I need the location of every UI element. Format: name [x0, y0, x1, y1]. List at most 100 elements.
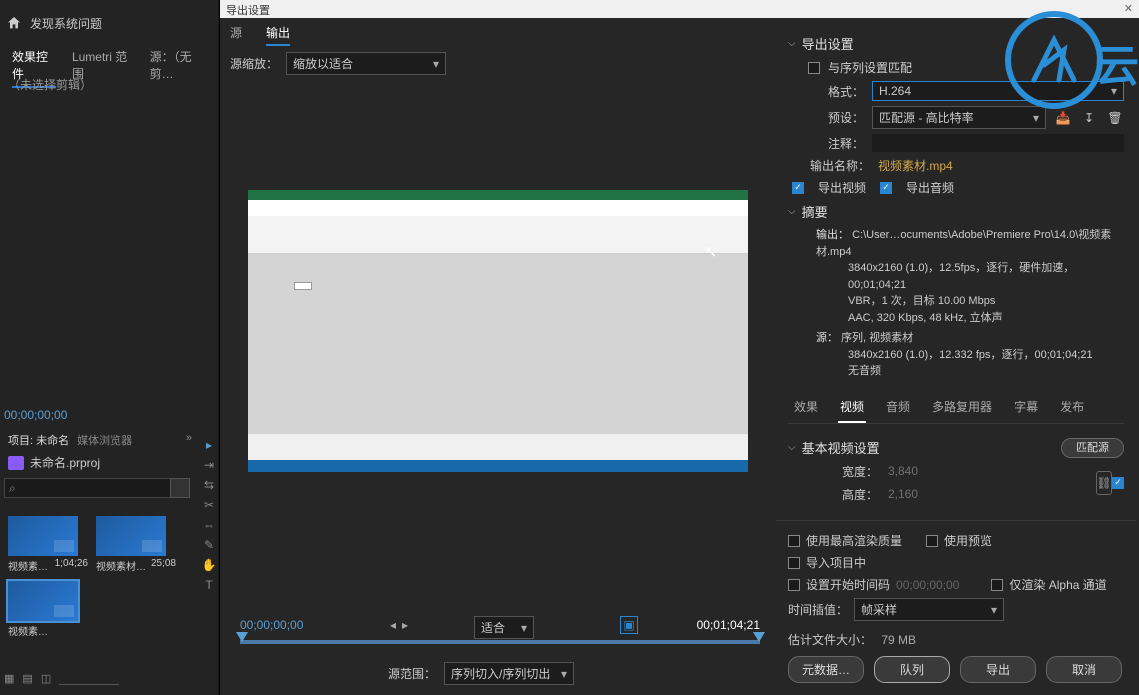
export-button[interactable]: 导出	[960, 656, 1036, 683]
slip-tool-icon[interactable]: ⇔	[203, 518, 215, 532]
tab-project[interactable]: 项目: 未命名	[8, 432, 69, 448]
format-label: 格式：	[808, 83, 864, 100]
icon-view-icon[interactable]: ▤	[22, 672, 32, 685]
comments-input[interactable]	[872, 134, 1124, 152]
dialog-title: 导出设置	[226, 2, 270, 16]
max-render-quality-checkbox[interactable]	[788, 535, 800, 547]
estimated-size-label: 估计文件大小：	[788, 633, 872, 647]
home-row: 发现系统问题	[6, 15, 102, 32]
estimated-size-row: 估计文件大小： 79 MB	[788, 631, 1124, 648]
estimated-size-value: 79 MB	[881, 633, 916, 647]
list-view-icon[interactable]: ▦	[4, 672, 14, 685]
prev-frame-icon[interactable]: ◂	[390, 618, 396, 632]
match-dimensions-checkbox[interactable]	[1112, 477, 1124, 489]
export-settings-header[interactable]: 导出设置	[788, 34, 1124, 53]
match-sequence-checkbox[interactable]	[808, 62, 820, 74]
tab-output-preview[interactable]: 输出	[266, 24, 290, 46]
import-preset-icon[interactable]: ↧	[1080, 110, 1098, 126]
video-preview-frame	[248, 190, 748, 472]
dialog-titlebar: 导出设置 ✕	[220, 0, 1139, 18]
export-audio-label: 导出音频	[906, 179, 954, 196]
set-start-timecode-checkbox[interactable]	[788, 579, 800, 591]
output-name-link[interactable]: 视频素材.mp4	[878, 157, 953, 174]
tab-audio[interactable]: 音频	[884, 392, 912, 423]
max-render-quality-label: 使用最高渲染质量	[806, 532, 902, 549]
export-bottom-options: 使用最高渲染质量 使用预览 导入项目中 设置开始时间码 00;00;00;00 …	[776, 520, 1136, 689]
tab-multiplexer[interactable]: 多路复用器	[930, 392, 994, 423]
home-icon[interactable]	[6, 15, 22, 31]
use-previews-checkbox[interactable]	[926, 535, 938, 547]
project-file-row: 未命名.prproj	[8, 454, 100, 471]
metadata-button[interactable]: 元数据…	[788, 656, 864, 683]
selection-tool-icon[interactable]: ▸	[206, 438, 212, 452]
width-label: 宽度：	[838, 463, 878, 480]
project-view-toggle[interactable]	[170, 478, 190, 498]
tab-media-browser[interactable]: 媒体浏览器	[77, 432, 132, 448]
source-range-dropdown[interactable]: 序列切入/序列切出	[444, 662, 574, 685]
panel-menu-icon[interactable]: »	[186, 432, 192, 448]
tab-effects[interactable]: 效果	[792, 392, 820, 423]
clip-thumbnail[interactable]: 视频素…1;04;26	[8, 516, 88, 573]
export-video-label: 导出视频	[818, 179, 866, 196]
start-timecode-value: 00;00;00;00	[896, 578, 959, 592]
tab-source-preview[interactable]: 源	[230, 24, 242, 46]
close-icon[interactable]: ✕	[1124, 2, 1133, 16]
match-source-button[interactable]: 匹配源	[1061, 438, 1124, 458]
link-dimensions-icon[interactable]: ⛓	[1096, 471, 1112, 495]
export-audio-checkbox[interactable]	[880, 182, 892, 194]
tab-publish[interactable]: 发布	[1058, 392, 1086, 423]
render-alpha-only-checkbox[interactable]	[991, 579, 1003, 591]
out-point-handle[interactable]	[753, 632, 765, 642]
workspace-tab[interactable]: 发现系统问题	[30, 15, 102, 32]
project-search[interactable]: ⌕	[4, 478, 182, 498]
timecode-out: 00;01;04;21	[697, 618, 760, 632]
ripple-tool-icon[interactable]: ⇆	[204, 478, 214, 492]
queue-button[interactable]: 队列	[874, 656, 950, 683]
hand-tool-icon[interactable]: ✋	[202, 558, 217, 572]
tab-source[interactable]: 源：（无剪…	[150, 48, 210, 88]
summary-output: 输出： C:\User…ocuments\Adobe\Premiere Pro\…	[816, 227, 1124, 326]
summary-header[interactable]: 摘要	[788, 202, 1124, 221]
premiere-project-icon	[8, 456, 24, 470]
premiere-background-panel: 发现系统问题 效果控件 Lumetri 范围 源：（无剪… （未选择剪辑） 00…	[0, 0, 218, 695]
crop-output-icon[interactable]: ▣	[620, 616, 638, 634]
range-slider-track[interactable]	[240, 640, 760, 644]
watermark-text: 云	[1095, 30, 1139, 94]
track-select-tool-icon[interactable]: ⇥	[204, 458, 214, 472]
source-range-label: 源范围：	[388, 665, 436, 682]
timecode-in[interactable]: 00;00;00;00	[240, 618, 303, 632]
in-point-handle[interactable]	[236, 632, 248, 642]
set-start-timecode-label: 设置开始时间码	[806, 576, 890, 593]
preset-label: 预设：	[808, 109, 864, 126]
export-video-checkbox[interactable]	[792, 182, 804, 194]
type-tool-icon[interactable]: T	[205, 578, 212, 592]
zoom-fit-dropdown[interactable]: 适合	[474, 616, 534, 639]
delete-preset-icon[interactable]: 🗑	[1106, 110, 1124, 126]
preset-dropdown[interactable]: 匹配源 - 高比特率	[872, 106, 1046, 129]
height-value[interactable]: 2,160	[888, 487, 938, 501]
project-thumbnails: 视频素…1;04;26 视频素材…25;08 视频素…	[8, 516, 188, 638]
play-icon[interactable]: ▸	[402, 618, 408, 632]
program-timecode: 00;00;00;00	[4, 408, 67, 422]
tab-captions[interactable]: 字幕	[1012, 392, 1040, 423]
tab-video[interactable]: 视频	[838, 392, 866, 423]
freeform-icon[interactable]: ◫	[41, 672, 51, 685]
time-interpolation-label: 时间插值：	[788, 601, 848, 618]
cancel-button[interactable]: 取消	[1046, 656, 1122, 683]
format-dropdown[interactable]: H.264	[872, 81, 1124, 101]
basic-video-header[interactable]: 基本视频设置	[788, 438, 880, 457]
no-clip-selected-label: （未选择剪辑）	[8, 76, 92, 93]
use-previews-label: 使用预览	[944, 532, 992, 549]
output-name-label: 输出名称：	[808, 157, 870, 174]
time-interpolation-dropdown[interactable]: 帧采样	[854, 598, 1004, 621]
import-into-project-checkbox[interactable]	[788, 557, 800, 569]
clip-thumbnail-selected[interactable]: 视频素…	[8, 581, 88, 638]
clip-thumbnail[interactable]: 视频素材…25;08	[96, 516, 176, 573]
razor-tool-icon[interactable]: ✂	[204, 498, 214, 512]
project-filename: 未命名.prproj	[30, 454, 100, 471]
pen-tool-icon[interactable]: ✎	[204, 538, 214, 552]
search-icon: ⌕	[9, 481, 16, 496]
width-value[interactable]: 3,840	[888, 464, 938, 478]
export-settings-dialog: 导出设置 ✕ 源 输出 源缩放： 缩放以适合 00;00;00;00 ◂ ▸ 适…	[219, 0, 1139, 695]
save-preset-icon[interactable]: 📥	[1054, 110, 1072, 126]
